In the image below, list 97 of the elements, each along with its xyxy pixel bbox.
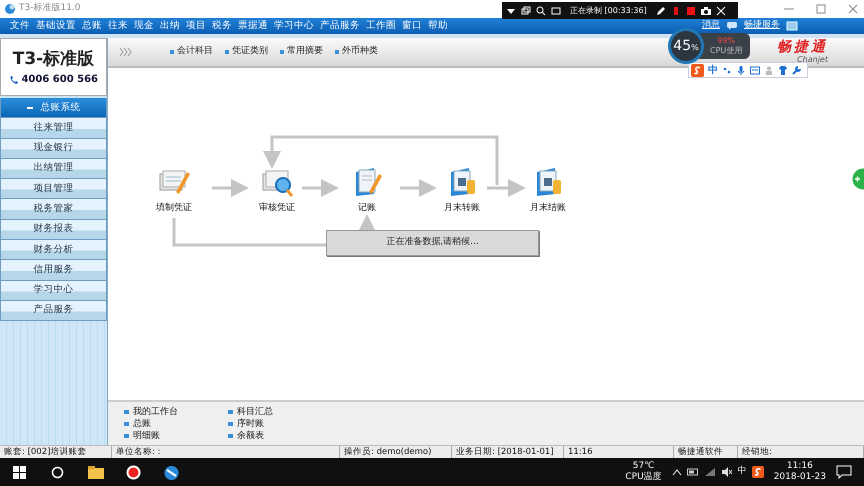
- flow-arrow: [212, 179, 249, 197]
- window-title: T3-标准版11.0: [19, 2, 81, 16]
- toolbar-link[interactable]: 外币种类: [342, 45, 378, 59]
- quick-link[interactable]: 明细账: [133, 430, 160, 442]
- bullet-icon: [228, 422, 233, 426]
- shirt-icon[interactable]: [778, 65, 788, 75]
- sidebar-item[interactable]: 财务分析: [0, 240, 107, 260]
- quick-link[interactable]: 科目汇总: [237, 406, 273, 418]
- punctuation-icon[interactable]: [722, 65, 732, 75]
- sidebar-item[interactable]: 信用服务: [0, 260, 107, 281]
- cpu-percent: 45: [673, 36, 692, 56]
- maximize-icon[interactable]: [814, 4, 828, 14]
- record-icon[interactable]: [124, 464, 142, 480]
- menu-item[interactable]: 帮助: [428, 18, 448, 34]
- windows-icon[interactable]: [521, 6, 531, 16]
- bullet-icon: [124, 410, 129, 414]
- menu-item[interactable]: 总账: [82, 18, 102, 34]
- cpu-label: CPU使用: [710, 46, 742, 56]
- phone-icon: [8, 74, 19, 85]
- cpu-temperature: 57℃: [632, 461, 654, 472]
- recording-status: 正在录制 [00:33:36]: [570, 4, 647, 16]
- sidebar-item[interactable]: 学习中心: [0, 280, 107, 301]
- clock-time[interactable]: 11:16: [786, 461, 813, 472]
- step-label[interactable]: 月末转账: [444, 202, 480, 216]
- chevron-icon[interactable]: [672, 468, 682, 476]
- toolbar-link[interactable]: 常用摘要: [287, 45, 323, 59]
- quick-link[interactable]: 序时账: [237, 418, 264, 430]
- keyboard-icon[interactable]: [750, 65, 760, 75]
- sogou-icon[interactable]: [752, 466, 764, 478]
- phone-number: 4006 600 566: [21, 73, 98, 88]
- menu-item[interactable]: 学习中心: [274, 18, 314, 34]
- sidebar-item[interactable]: 总账系统: [0, 98, 107, 118]
- menu-item[interactable]: 票据通: [238, 18, 268, 34]
- cpu-percent-unit: %: [691, 42, 699, 54]
- wrench-icon[interactable]: [792, 65, 802, 75]
- chat-icon[interactable]: [726, 21, 738, 31]
- toolbar-link[interactable]: 会计科目: [177, 45, 213, 59]
- battery-icon[interactable]: [686, 468, 699, 476]
- step-label[interactable]: 记账: [358, 202, 376, 216]
- start-icon[interactable]: [10, 464, 28, 480]
- sidebar-item[interactable]: 税务管家: [0, 199, 107, 220]
- header-link[interactable]: 消息: [702, 19, 720, 33]
- network-icon[interactable]: [704, 467, 716, 477]
- quick-link[interactable]: 总账: [133, 418, 151, 430]
- clock-date[interactable]: 2018-01-23: [774, 472, 826, 483]
- stop-icon[interactable]: [686, 6, 696, 16]
- plus-icon[interactable]: [851, 167, 864, 191]
- bullet-icon: [124, 422, 129, 426]
- cpu-peak: 99%: [717, 36, 736, 46]
- header-link[interactable]: 畅捷服务: [744, 19, 780, 33]
- toolbar-link[interactable]: 凭证类别: [232, 45, 268, 59]
- bullet-icon: [170, 50, 174, 54]
- vendor-logo: 畅捷通: [777, 40, 828, 55]
- menu-item[interactable]: 往来: [108, 18, 128, 34]
- sidebar-item[interactable]: 出纳管理: [0, 158, 107, 180]
- sidebar-item[interactable]: 财务报表: [0, 220, 107, 240]
- loading-message: 正在准备数据,请稍候...: [326, 230, 539, 256]
- pen-icon[interactable]: [656, 6, 666, 16]
- search-icon[interactable]: [536, 6, 546, 16]
- bullet-icon: [228, 410, 233, 414]
- quick-link[interactable]: 余额表: [237, 430, 264, 442]
- sidebar-item[interactable]: 产品服务: [0, 300, 107, 322]
- volume-icon[interactable]: [720, 467, 733, 477]
- ime-indicator[interactable]: 中: [738, 465, 747, 479]
- bullet-icon: [124, 434, 129, 438]
- quick-link[interactable]: 我的工作台: [133, 406, 178, 418]
- ime-mode[interactable]: 中: [708, 62, 718, 78]
- menu-item[interactable]: 窗口: [402, 18, 422, 34]
- close-icon[interactable]: [716, 6, 726, 16]
- app-icon: [4, 3, 16, 15]
- step-label[interactable]: 月末结账: [530, 202, 566, 216]
- bullet-icon: [225, 50, 229, 54]
- menu-item[interactable]: 出纳: [160, 18, 180, 34]
- menu-item[interactable]: 文件: [10, 18, 30, 34]
- notification-icon[interactable]: [836, 465, 852, 479]
- bullet-icon: [280, 50, 284, 54]
- microphone-icon[interactable]: [736, 65, 746, 75]
- menu-item[interactable]: 税务: [212, 18, 232, 34]
- folder-icon[interactable]: [86, 464, 104, 480]
- bullet-icon: [335, 50, 339, 54]
- step-label[interactable]: 审核凭证: [259, 202, 295, 216]
- step-label[interactable]: 填制凭证: [156, 202, 192, 216]
- bullet-icon: [228, 434, 233, 438]
- product-logo: T3-标准版: [12, 48, 94, 71]
- menu-item[interactable]: 工作圈: [366, 18, 396, 34]
- panel-icon[interactable]: [786, 21, 798, 31]
- sidebar-item[interactable]: 项目管理: [0, 179, 107, 200]
- vendor-latin: Chanjet: [797, 55, 828, 64]
- sidebar-item[interactable]: 现金银行: [0, 138, 107, 159]
- menu-item[interactable]: 基础设置: [36, 18, 76, 34]
- region-icon[interactable]: [551, 6, 561, 16]
- sidebar-item[interactable]: 往来管理: [0, 118, 107, 139]
- camera-icon[interactable]: [700, 6, 711, 16]
- menu-item[interactable]: 项目: [186, 18, 206, 34]
- menu-item[interactable]: 现金: [134, 18, 154, 34]
- menu-item[interactable]: 产品服务: [320, 18, 360, 34]
- cpu-temperature-label: CPU温度: [625, 472, 662, 483]
